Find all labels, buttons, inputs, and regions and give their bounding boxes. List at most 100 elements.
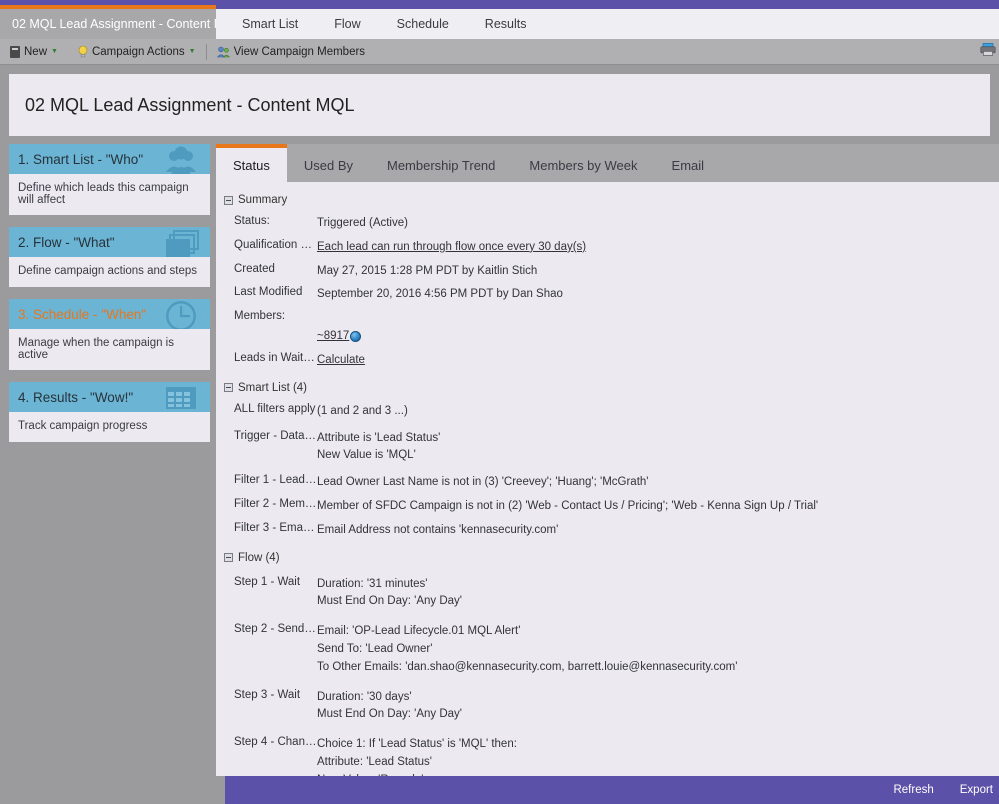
sidebar-step-description: Track campaign progress [9, 412, 210, 442]
footer-left-filler [0, 776, 225, 804]
new-button-label: New [24, 45, 48, 58]
collapse-icon[interactable] [224, 383, 233, 393]
print-button[interactable] [980, 43, 996, 59]
people-icon [216, 46, 230, 58]
panel-tab-bar: Status Used By Membership Trend Members … [216, 144, 999, 182]
nav-tab-results[interactable]: Results [467, 9, 545, 39]
new-document-icon [10, 45, 20, 58]
app-tab-strip: 02 MQL Lead Assignment - Content MQL Sma… [0, 9, 999, 39]
tab-status[interactable]: Status [216, 144, 287, 182]
main-panel: Status Used By Membership Trend Members … [216, 144, 999, 784]
page-banner-wrap: 02 MQL Lead Assignment - Content MQL [0, 65, 999, 136]
row-value: May 27, 2015 1:28 PM PDT by Kaitlin Stic… [317, 264, 538, 277]
sidebar-step-description: Manage when the campaign is active [9, 329, 210, 370]
detail-row: Members: ~8917 [216, 307, 999, 349]
row-label: Filter 2 - Member of S... [234, 497, 317, 510]
marketo-campaign-window: 02 MQL Lead Assignment - Content MQL Sma… [0, 0, 999, 804]
export-button[interactable]: Export [960, 784, 993, 796]
row-label: ALL filters apply [234, 402, 316, 415]
section-header-smart-list[interactable]: Smart List (4) [216, 379, 999, 400]
row-label: Members: [234, 310, 286, 323]
campaign-actions-label: Campaign Actions [91, 45, 185, 58]
row-value: Triggered (Active) [317, 217, 408, 229]
new-button[interactable]: New ▼ [0, 39, 68, 64]
tab-membership-trend[interactable]: Membership Trend [370, 144, 512, 182]
view-campaign-members-button[interactable]: View Campaign Members [207, 39, 375, 64]
calculate-link[interactable]: Calculate [317, 354, 365, 366]
detail-row: Created May 27, 2015 1:28 PM PDT by Kait… [216, 260, 999, 284]
toolbar: New ▼ Campaign Actions ▼ View Campaign M… [0, 39, 999, 65]
sidebar-step-title: 4. Results - "Wow!" [18, 389, 134, 405]
section-header-flow[interactable]: Flow (4) [216, 549, 999, 570]
sidebar-step-header[interactable]: 4. Results - "Wow!" [9, 382, 210, 412]
row-value: Duration: '30 days' Must End On Day: 'An… [317, 690, 463, 721]
lightbulb-icon [78, 45, 88, 58]
body: 1. Smart List - "Who" Define which leads… [0, 136, 999, 784]
grid-table-icon [158, 382, 204, 412]
section-title: Flow (4) [238, 551, 280, 564]
stacked-windows-icon [158, 227, 204, 257]
tab-members-by-week[interactable]: Members by Week [512, 144, 654, 182]
people-group-icon [158, 144, 204, 174]
row-value: September 20, 2016 4:56 PM PDT by Dan Sh… [317, 288, 563, 301]
chevron-down-icon: ▼ [51, 48, 58, 55]
sidebar-step-description: Define campaign actions and steps [9, 257, 210, 287]
sidebar-step-results[interactable]: 4. Results - "Wow!" Track campaign progr… [9, 382, 210, 442]
detail-row: Status: Triggered (Active) [216, 212, 999, 236]
detail-row: Filter 2 - Member of S... Member of SFDC… [216, 495, 999, 519]
row-value: Email: 'OP-Lead Lifecycle.01 MQL Alert' … [317, 625, 738, 673]
detail-row: Filter 1 - Lead Owner ... Lead Owner Las… [216, 471, 999, 495]
row-label: Step 1 - Wait [234, 575, 301, 588]
sidebar-step-header[interactable]: 1. Smart List - "Who" [9, 144, 210, 174]
campaign-actions-button[interactable]: Campaign Actions ▼ [68, 39, 206, 64]
row-value: Duration: '31 minutes' Must End On Day: … [317, 577, 463, 608]
globe-refresh-icon[interactable] [350, 331, 362, 343]
nav-tabs: Smart List Flow Schedule Results [216, 9, 999, 39]
row-value: Email Address not contains 'kennasecurit… [317, 523, 559, 536]
print-icon [980, 43, 996, 56]
status-panel: Summary Status: Triggered (Active) Quali… [216, 182, 999, 784]
page-title: 02 MQL Lead Assignment - Content MQL [25, 94, 355, 115]
collapse-icon[interactable] [224, 553, 233, 563]
sidebar-step-header-active[interactable]: 3. Schedule - "When" [9, 299, 210, 329]
section-header-summary[interactable]: Summary [216, 191, 999, 212]
members-count-link[interactable]: ~8917 [317, 328, 362, 346]
sidebar-step-smart-list[interactable]: 1. Smart List - "Who" Define which leads… [9, 144, 210, 215]
refresh-button[interactable]: Refresh [893, 784, 933, 796]
app-tab-active[interactable]: 02 MQL Lead Assignment - Content MQL [0, 9, 216, 39]
page-banner: 02 MQL Lead Assignment - Content MQL [9, 74, 990, 136]
row-label: Step 3 - Wait [234, 688, 301, 701]
row-label: Qualification Rules: [234, 238, 317, 251]
detail-row: Step 1 - Wait Duration: '31 minutes' Mus… [216, 570, 999, 618]
detail-row: ALL filters apply (1 and 2 and 3 ...) [216, 400, 999, 424]
sidebar-step-header[interactable]: 2. Flow - "What" [9, 227, 210, 257]
footer-bar: Refresh Export [225, 776, 999, 804]
row-label: Last Modified [234, 286, 303, 299]
qualification-rules-link[interactable]: Each lead can run through flow once ever… [317, 241, 586, 253]
sidebar-step-schedule[interactable]: 3. Schedule - "When" Manage when the cam… [9, 299, 210, 370]
detail-row: Last Modified September 20, 2016 4:56 PM… [216, 283, 999, 307]
detail-row: Trigger - Data Value C... Attribute is '… [216, 424, 999, 472]
nav-tab-schedule[interactable]: Schedule [379, 9, 467, 39]
sidebar-step-description: Define which leads this campaign will af… [9, 174, 210, 215]
detail-row: Leads in Wait step: Calculate [216, 349, 999, 373]
tab-used-by[interactable]: Used By [287, 144, 370, 182]
detail-row: Filter 3 - Email Address Email Address n… [216, 519, 999, 543]
nav-tab-smart-list[interactable]: Smart List [224, 9, 316, 39]
detail-row: Step 2 - Send Alert Email: 'OP-Lead Life… [216, 617, 999, 682]
tab-email[interactable]: Email [655, 144, 722, 182]
sidebar-step-title: 3. Schedule - "When" [18, 306, 147, 322]
sidebar-step-title: 2. Flow - "What" [18, 234, 115, 250]
detail-row: Step 3 - Wait Duration: '30 days' Must E… [216, 683, 999, 731]
row-label: Status: [234, 215, 270, 227]
sidebar-step-flow[interactable]: 2. Flow - "What" Define campaign actions… [9, 227, 210, 287]
collapse-icon[interactable] [224, 195, 233, 205]
row-value: (1 and 2 and 3 ...) [317, 404, 408, 417]
row-label: Trigger - Data Value C... [234, 429, 317, 442]
nav-tab-flow[interactable]: Flow [316, 9, 378, 39]
clock-icon [158, 299, 204, 329]
members-count-value: ~8917 [317, 330, 350, 343]
row-label: Leads in Wait step: [234, 351, 317, 364]
row-value: Lead Owner Last Name is not in (3) 'Cree… [317, 476, 649, 489]
section-title: Summary [238, 194, 288, 206]
